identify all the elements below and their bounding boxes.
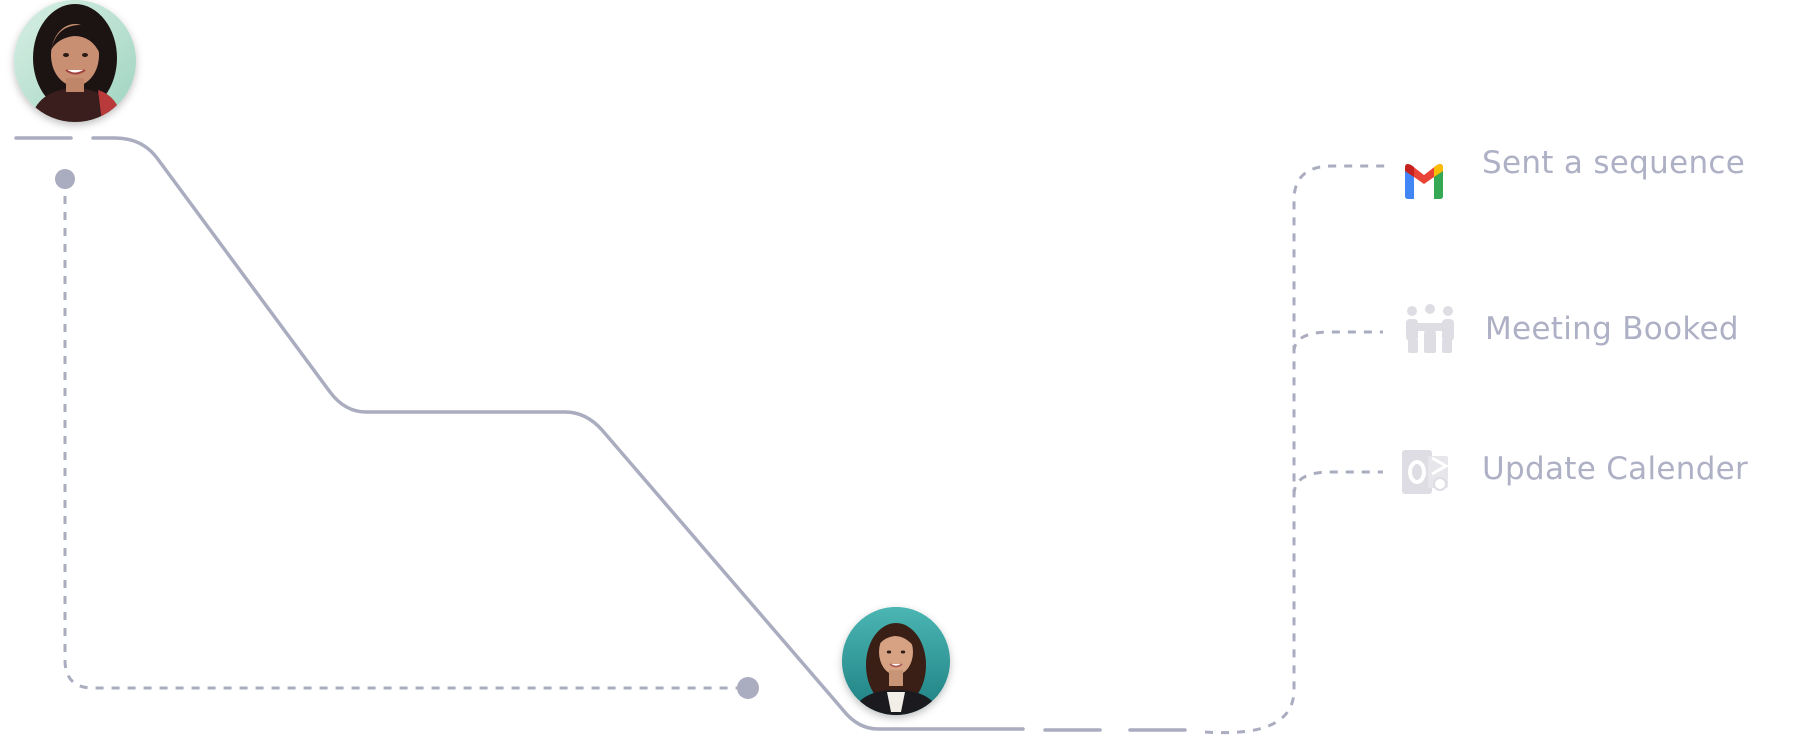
branch-update bbox=[1292, 470, 1383, 496]
step-label-update-calender: Update Calender bbox=[1482, 451, 1749, 487]
loop-start-dot bbox=[55, 169, 75, 189]
outlook-icon bbox=[1402, 450, 1450, 494]
gmail-icon bbox=[1405, 164, 1443, 199]
avatar-woman-top-left-portrait bbox=[14, 0, 136, 122]
branch-meeting bbox=[1292, 330, 1383, 353]
flow-diagram bbox=[14, 0, 1454, 735]
loop-connector bbox=[63, 180, 746, 690]
meeting-icon bbox=[1406, 304, 1454, 353]
avatar-woman-bottom-center-portrait bbox=[842, 607, 950, 715]
loop-end-dot bbox=[737, 677, 759, 699]
branch-trunk bbox=[1204, 164, 1385, 735]
step-label-meeting-booked: Meeting Booked bbox=[1485, 311, 1739, 347]
step-label-sent-sequence: Sent a sequence bbox=[1482, 145, 1746, 181]
